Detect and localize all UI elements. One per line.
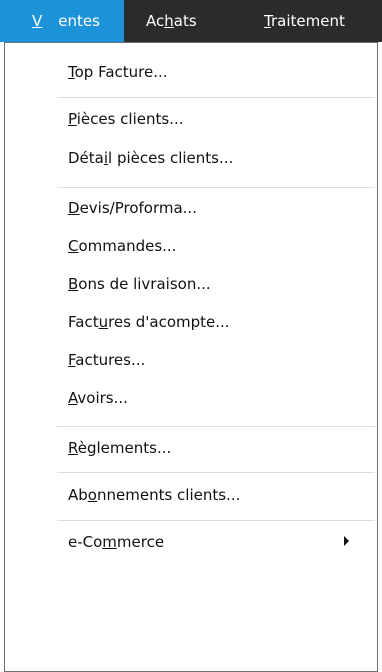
menu-item-detail-pieces-clients[interactable]: Détail pièces clients... [5, 139, 377, 177]
menu-ventes[interactable]: Ventes [0, 0, 124, 42]
menu-traitement[interactable]: Traitement [264, 0, 345, 42]
menu-achats-label-post: ats [173, 12, 197, 30]
menu-item-label: Abonnements clients... [68, 486, 241, 504]
menu-achats-label-accel: h [164, 12, 174, 30]
menu-ventes-label-accel: V [32, 12, 43, 30]
menu-item-reglements[interactable]: Règlements... [5, 429, 377, 467]
menu-item-label: Factures... [68, 351, 146, 369]
menu-traitement-label-accel: T [264, 12, 271, 30]
menu-item-label: Pièces clients... [68, 110, 184, 128]
menu-item-label: Détail pièces clients... [68, 149, 234, 167]
menu-separator [57, 187, 375, 188]
menu-item-label: Règlements... [68, 439, 172, 457]
menu-item-devis-proforma[interactable]: Devis/Proforma... [5, 189, 377, 227]
menu-item-label: e-Commerce [68, 533, 165, 551]
menu-item-label: Top Facture... [68, 63, 168, 81]
menu-separator [57, 520, 375, 521]
menu-achats[interactable]: Achats [146, 0, 197, 42]
menu-item-commandes[interactable]: Commandes... [5, 227, 377, 265]
menu-item-e-commerce[interactable]: e-Commerce [5, 523, 377, 561]
menu-item-abonnements-clients[interactable]: Abonnements clients... [5, 476, 377, 514]
menu-achats-label-pre: Ac [146, 12, 165, 30]
menu-item-bons-de-livraison[interactable]: Bons de livraison... [5, 265, 377, 303]
menu-item-pieces-clients[interactable]: Pièces clients... [5, 100, 377, 138]
menu-item-label: Commandes... [68, 237, 177, 255]
menu-separator [57, 426, 375, 427]
menu-traitement-label-post: raitement [270, 12, 345, 30]
ventes-dropdown-menu: Top Facture... Pièces clients... Détail … [4, 42, 378, 672]
menu-item-top-facture[interactable]: Top Facture... [5, 53, 377, 91]
menu-ventes-label-pre [16, 12, 32, 30]
menu-separator [57, 97, 375, 98]
menu-item-label: Avoirs... [68, 389, 128, 407]
menu-ventes-label-post: entes [58, 12, 100, 30]
menu-separator [57, 472, 375, 473]
menu-item-factures[interactable]: Factures... [5, 341, 377, 379]
submenu-arrow-icon [344, 536, 349, 546]
menu-item-label: Bons de livraison... [68, 275, 211, 293]
menu-item-factures-acompte[interactable]: Factures d'acompte... [5, 303, 377, 341]
menu-bar: Ventes Achats Traitement [0, 0, 382, 42]
menu-item-avoirs[interactable]: Avoirs... [5, 379, 377, 417]
menu-item-label: Factures d'acompte... [68, 313, 230, 331]
menu-item-label: Devis/Proforma... [68, 199, 197, 217]
